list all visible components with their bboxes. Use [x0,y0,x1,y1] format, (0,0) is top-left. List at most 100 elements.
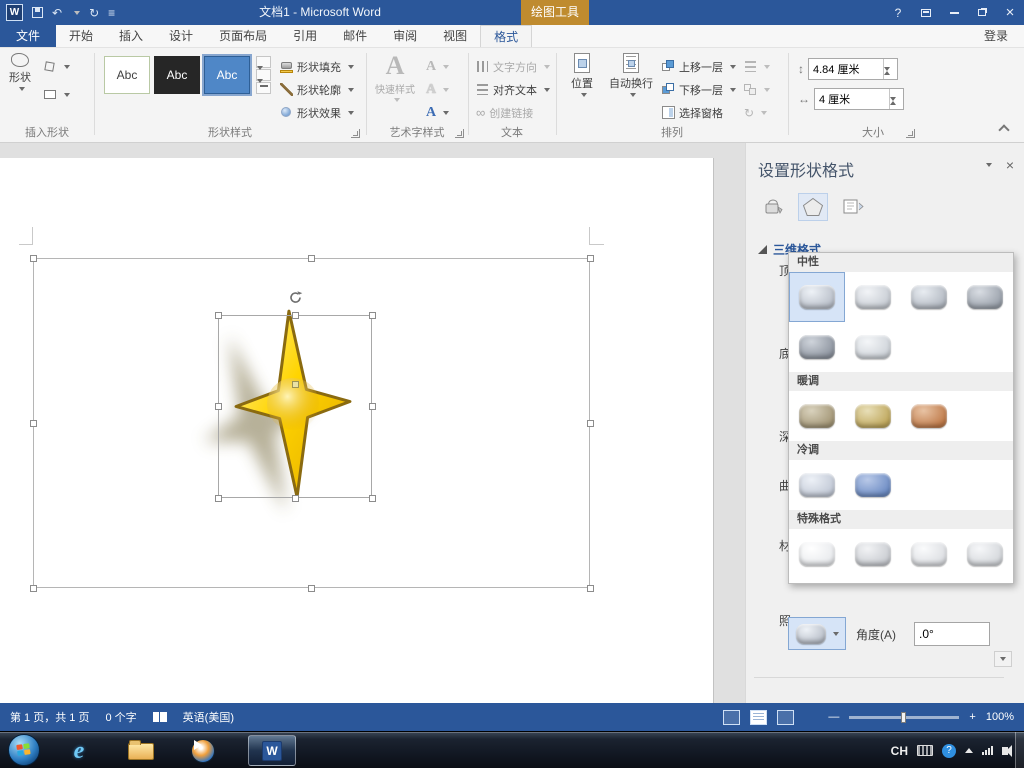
shape-handle-n[interactable] [292,312,299,319]
pane-scroll-down-button[interactable] [994,651,1012,667]
bevel-option[interactable] [789,272,845,322]
shape-style-preset-1[interactable]: Abc [104,56,150,94]
shape-handle-nw[interactable] [215,312,222,319]
save-button[interactable] [32,7,43,18]
group-objects-button[interactable] [744,79,770,100]
wordart-dialog-launcher[interactable] [455,129,464,138]
keyboard-tray-icon[interactable] [917,745,933,756]
help-button[interactable]: ? [884,0,912,25]
shape-width-field[interactable] [814,87,904,113]
minimize-button[interactable] [940,0,968,25]
bevel-option[interactable] [901,391,957,441]
document-area[interactable] [0,143,745,703]
restore-button[interactable] [968,0,996,25]
canvas-handle-se[interactable] [587,585,594,592]
taskbar-media-player-button[interactable] [186,736,220,766]
bevel-option[interactable] [789,391,845,441]
shape-styles-dialog-launcher[interactable] [351,129,360,138]
tab-format[interactable]: 格式 [480,25,533,47]
tab-引用[interactable]: 引用 [280,25,330,47]
bevel-option[interactable] [845,272,901,322]
bevel-option[interactable] [901,529,957,579]
taskbar-explorer-button[interactable] [124,736,158,766]
bevel-option[interactable] [789,529,845,579]
web-layout-button[interactable] [777,709,795,725]
zoom-slider[interactable] [849,711,960,723]
shape-handle-se[interactable] [369,495,376,502]
pane-close-button[interactable]: × [1006,157,1014,173]
bevel-option[interactable] [957,272,1013,322]
undo-dropdown-icon[interactable] [74,10,81,15]
bevel-option[interactable] [845,460,901,510]
help-tray-icon[interactable]: ? [942,743,956,758]
show-hidden-icons-button[interactable] [965,748,973,753]
shapes-button[interactable]: 形状 [2,53,38,125]
create-link-button[interactable]: ∞ 创建链接 [476,102,533,123]
customize-qat-icon[interactable]: ≡ [108,7,115,19]
redo-icon[interactable]: ↻ [89,7,99,19]
canvas-handle-s[interactable] [308,585,315,592]
network-tray-icon[interactable] [982,746,993,755]
proofing-icon[interactable] [152,712,167,722]
tab-页面布局[interactable]: 页面布局 [206,25,280,47]
shape-handle-ne[interactable] [369,312,376,319]
shape-fill-button[interactable]: 形状填充 [280,56,354,77]
page-indicator[interactable]: 第 1 页，共 1 页 [10,709,89,725]
sign-in-link[interactable]: 登录 [968,25,1024,47]
read-mode-button[interactable] [723,709,741,725]
shape-handle-sw[interactable] [215,495,222,502]
adjustment-handle[interactable] [292,381,299,388]
bevel-combo-button[interactable] [788,617,846,650]
angle-input[interactable] [915,623,989,645]
text-effects-button[interactable]: A [426,102,450,123]
canvas-handle-w[interactable] [30,420,37,427]
canvas-handle-e[interactable] [587,420,594,427]
angle-field[interactable] [914,622,990,646]
volume-tray-icon[interactable] [1002,744,1012,757]
selection-pane-button[interactable]: 选择窗格 [662,102,723,123]
style-gallery-more-button[interactable] [256,79,271,97]
taskbar-word-button[interactable]: W [248,735,296,766]
shape-outline-button[interactable]: 形状轮廓 [280,79,354,100]
shape-width-input[interactable] [815,88,889,109]
ribbon-display-options-button[interactable] [912,0,940,25]
shape-height-field[interactable] [808,57,898,83]
tab-设计[interactable]: 设计 [156,25,206,47]
canvas-handle-sw[interactable] [30,585,37,592]
send-backward-button[interactable]: 下移一层 [662,79,736,100]
word-count[interactable]: 0 个字 [105,709,136,725]
shape-handle-w[interactable] [215,403,222,410]
bevel-option[interactable] [789,460,845,510]
pane-tab-effects[interactable] [798,193,828,221]
tab-邮件[interactable]: 邮件 [330,25,380,47]
canvas-handle-ne[interactable] [587,255,594,262]
rotate-objects-button[interactable]: ↻ [744,102,768,123]
shape-handle-e[interactable] [369,403,376,410]
shape-style-preset-3[interactable]: Abc [204,56,250,94]
tab-视图[interactable]: 视图 [430,25,480,47]
shape-handle-s[interactable] [292,495,299,502]
align-objects-button[interactable] [744,56,770,77]
position-button[interactable]: 位置 [562,53,602,125]
start-button[interactable] [8,734,40,766]
bevel-option[interactable] [845,529,901,579]
shape-height-input[interactable] [809,58,883,79]
bring-forward-button[interactable]: 上移一层 [662,56,736,77]
pane-options-dropdown-icon[interactable] [986,163,992,167]
language-tray-indicator[interactable]: CH [891,744,908,758]
tab-file[interactable]: 文件 [0,25,57,47]
edit-shape-button[interactable] [44,56,70,77]
shape-style-preset-2[interactable]: Abc [154,56,200,94]
canvas-handle-nw[interactable] [30,255,37,262]
canvas-handle-n[interactable] [308,255,315,262]
text-fill-button[interactable]: A [426,56,450,77]
zoom-level[interactable]: 100% [986,711,1014,723]
tab-开始[interactable]: 开始 [56,25,106,47]
zoom-slider-thumb[interactable] [901,711,907,723]
pane-tab-layout-properties[interactable] [838,193,868,221]
text-box-button[interactable] [44,84,70,105]
show-desktop-button[interactable] [1015,732,1024,768]
tab-插入[interactable]: 插入 [106,25,156,47]
bevel-option[interactable] [789,322,845,372]
tab-审阅[interactable]: 审阅 [380,25,430,47]
